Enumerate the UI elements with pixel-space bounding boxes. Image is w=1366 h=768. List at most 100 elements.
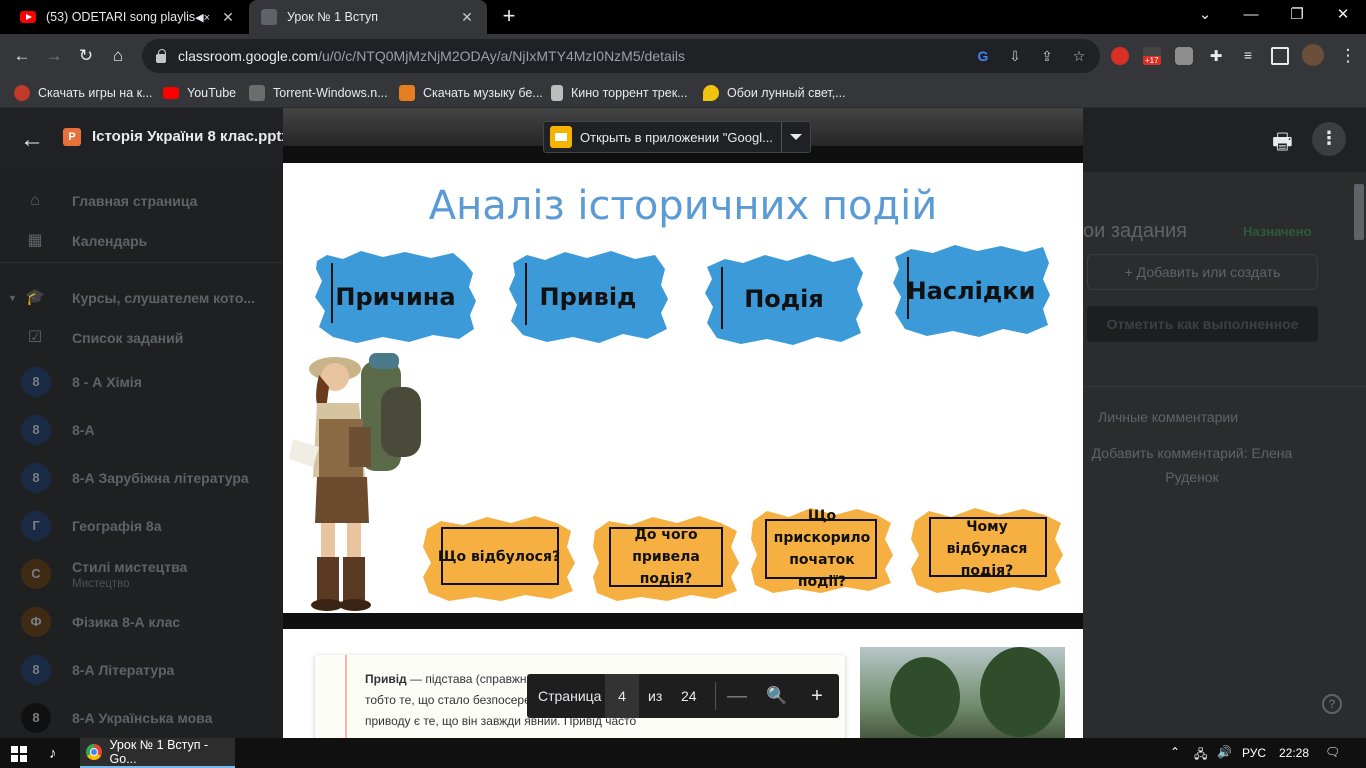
extension-badge: +17 xyxy=(1143,56,1161,65)
add-or-create-button[interactable]: + Добавить или создать xyxy=(1087,254,1318,290)
course-name: Географія 8а xyxy=(72,518,162,534)
volume-icon[interactable]: 🔊 xyxy=(1217,745,1232,759)
bookmark-label: YouTube xyxy=(187,86,237,100)
zoom-icon[interactable]: 🔍 xyxy=(765,684,789,708)
address-bar[interactable]: classroom.google.com/u/0/c/NTQ0MjMzNjM2O… xyxy=(142,39,1100,73)
sidebar-course-item[interactable]: 8 8-А Українська мова xyxy=(0,698,283,738)
taskbar-chrome-window[interactable]: Урок № 1 Вступ - Go... xyxy=(80,738,235,768)
open-in-app-button[interactable]: Открыть в приложении "Googl... xyxy=(543,121,811,153)
install-icon[interactable]: ⇩ xyxy=(1006,47,1024,65)
side-panel-icon[interactable] xyxy=(1271,47,1289,65)
bookmark-star-icon[interactable]: ☆ xyxy=(1070,47,1088,65)
sidebar: ⌂ Главная страница ▦ Календарь ▼ 🎓 Курсы… xyxy=(0,172,283,738)
media-control-icon[interactable]: ≡ xyxy=(1239,47,1257,65)
zoom-out-icon[interactable]: — xyxy=(725,684,749,708)
sidebar-course-item[interactable]: Г Географія 8а xyxy=(0,506,283,546)
status-badge: Назначено xyxy=(1243,224,1312,239)
sidebar-item-courses[interactable]: ▼ 🎓 Курсы, слушателем кото... xyxy=(0,278,283,318)
tab-search-icon[interactable]: ⌄ xyxy=(1182,0,1228,34)
youtube-icon xyxy=(20,11,36,23)
extensions-puzzle-icon[interactable]: ✚ xyxy=(1207,47,1225,65)
minimize-button[interactable]: — xyxy=(1228,0,1274,34)
sidebar-item-tasks[interactable]: ☑ Список заданий xyxy=(0,318,283,358)
sidebar-course-item[interactable]: Ф Фізика 8-А клас xyxy=(0,602,283,642)
button-separator xyxy=(781,122,782,152)
windows-start-icon[interactable] xyxy=(11,746,27,762)
question-label: Що прискорило початок події? xyxy=(773,508,871,590)
close-window-button[interactable]: ✕ xyxy=(1320,0,1366,34)
help-icon[interactable]: ? xyxy=(1322,694,1342,714)
home-icon[interactable]: ⌂ xyxy=(104,42,132,70)
add-comment-link[interactable]: Добавить комментарий: Елена Руденок xyxy=(1083,441,1301,489)
menu-icon[interactable]: ⋮ xyxy=(1334,42,1362,70)
lock-icon xyxy=(156,48,166,63)
slide-page: Аналіз історичних подій Причина Привід П… xyxy=(283,163,1083,613)
bookmark-item[interactable]: Кино торрент трек... xyxy=(551,83,688,103)
close-tab-icon[interactable]: ✕ xyxy=(459,9,475,26)
chrome-icon xyxy=(86,744,102,760)
back-arrow-icon[interactable]: ← xyxy=(20,126,44,154)
page-of-label: из xyxy=(648,688,663,704)
sidebar-course-item[interactable]: 8 8-А Зарубіжна література xyxy=(0,458,283,498)
sidebar-item-home[interactable]: ⌂ Главная страница xyxy=(0,181,283,221)
share-icon[interactable]: ⇪ xyxy=(1038,47,1056,65)
sidebar-course-item[interactable]: 8 8 - А Хімія xyxy=(0,362,283,402)
question-card: До чого привела подія? xyxy=(591,513,741,601)
sidebar-course-item[interactable]: 8 8-А Література xyxy=(0,650,283,690)
image-extension-icon[interactable] xyxy=(1175,47,1193,65)
more-options-icon[interactable]: ⋮ xyxy=(1312,122,1346,156)
page-number-input[interactable]: 4 xyxy=(605,674,639,718)
sidebar-course-item[interactable]: С Стилі мистецтва Мистецтво xyxy=(0,554,283,594)
category-label: Подія xyxy=(744,285,824,313)
course-name: 8-А Література xyxy=(72,662,175,678)
profile-avatar[interactable] xyxy=(1302,44,1324,66)
course-avatar: Г xyxy=(21,511,51,541)
expand-caret-icon[interactable]: ▼ xyxy=(8,293,17,303)
sidebar-item-label: Главная страница xyxy=(72,193,198,209)
category-card: Наслідки xyxy=(891,243,1051,339)
tab-title: (53) ODETARI song playlist | xyxy=(46,10,196,24)
network-icon[interactable]: 🖧 xyxy=(1194,745,1207,766)
pin-icon xyxy=(703,85,719,101)
speaker-muted-icon[interactable]: ◀× xyxy=(195,11,210,24)
tray-expand-icon[interactable]: ⌃ xyxy=(1170,745,1180,759)
tab-youtube[interactable]: (53) ODETARI song playlist | ◀× ✕ xyxy=(8,0,248,34)
page-navigator: Страница 4 из 24 — 🔍 + xyxy=(527,674,839,718)
forward-icon[interactable]: → xyxy=(40,42,68,70)
restore-button[interactable]: ❐ xyxy=(1274,0,1320,34)
notifications-icon[interactable]: 🗨 xyxy=(1325,745,1340,759)
course-avatar: Ф xyxy=(21,607,51,637)
file-title: Історія України 8 клас.pptx xyxy=(92,128,290,145)
google-icon[interactable]: G xyxy=(974,47,992,65)
back-icon[interactable]: ← xyxy=(8,42,36,70)
tiktok-icon[interactable]: ♪ xyxy=(49,745,57,762)
bookmark-item[interactable]: Скачать игры на к... xyxy=(14,83,153,103)
bookmark-item[interactable]: Скачать музыку бе... xyxy=(399,83,543,103)
dropdown-caret-icon[interactable] xyxy=(790,134,802,140)
sidebar-course-item[interactable]: 8 8-А xyxy=(0,410,283,450)
bookmark-item[interactable]: YouTube xyxy=(163,83,236,103)
close-tab-icon[interactable]: ✕ xyxy=(220,9,236,26)
bookmark-item[interactable]: Обои лунный свет,... xyxy=(703,83,846,103)
course-name: 8-А Українська мова xyxy=(72,710,213,726)
open-in-app-label: Открыть в приложении "Googl... xyxy=(580,129,773,145)
scrollbar-thumb[interactable] xyxy=(1354,184,1364,240)
course-name: 8 - А Хімія xyxy=(72,374,142,390)
new-tab-button[interactable]: + xyxy=(498,5,520,28)
adblock-extension-icon[interactable] xyxy=(1111,47,1129,65)
print-icon[interactable]: 🖶 xyxy=(1272,125,1293,163)
language-indicator[interactable]: РУС xyxy=(1242,746,1266,760)
divider xyxy=(1083,386,1366,387)
reload-icon[interactable]: ↻ xyxy=(72,42,100,70)
course-avatar: 8 xyxy=(21,415,51,445)
tab-classroom[interactable]: Урок № 1 Вступ ✕ xyxy=(249,0,487,34)
sidebar-item-calendar[interactable]: ▦ Календарь xyxy=(0,221,283,261)
zoom-in-icon[interactable]: + xyxy=(805,684,829,708)
bookmark-item[interactable]: Torrent-Windows.n... xyxy=(249,83,388,103)
bookmark-label: Скачать музыку бе... xyxy=(423,86,543,100)
classroom-page: ← P Історія України 8 клас.pptx 🖶 ⋮ ⌂ Гл… xyxy=(0,108,1366,738)
question-label: До чого привела подія? xyxy=(632,527,700,587)
mark-done-button[interactable]: Отметить как выполненное xyxy=(1087,306,1318,342)
explorer-girl-illustration xyxy=(289,353,421,611)
clock[interactable]: 22:28 xyxy=(1279,746,1309,760)
